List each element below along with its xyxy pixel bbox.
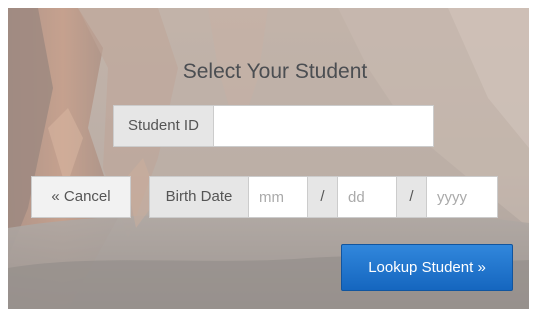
birth-year-input[interactable] [426,176,498,218]
cancel-button[interactable]: « Cancel [31,176,131,218]
birth-date-label: Birth Date [149,176,249,218]
student-lookup-form: Select Your Student Student ID « Cancel … [8,8,529,309]
student-id-input[interactable] [213,105,434,147]
birth-day-input[interactable] [337,176,397,218]
birth-month-input[interactable] [248,176,308,218]
lookup-student-button[interactable]: Lookup Student » [341,244,513,291]
date-separator: / [396,176,427,218]
student-id-label: Student ID [113,105,214,147]
login-panel: Select Your Student Student ID « Cancel … [8,8,529,309]
date-separator: / [307,176,338,218]
page-title: Select Your Student [182,60,368,83]
